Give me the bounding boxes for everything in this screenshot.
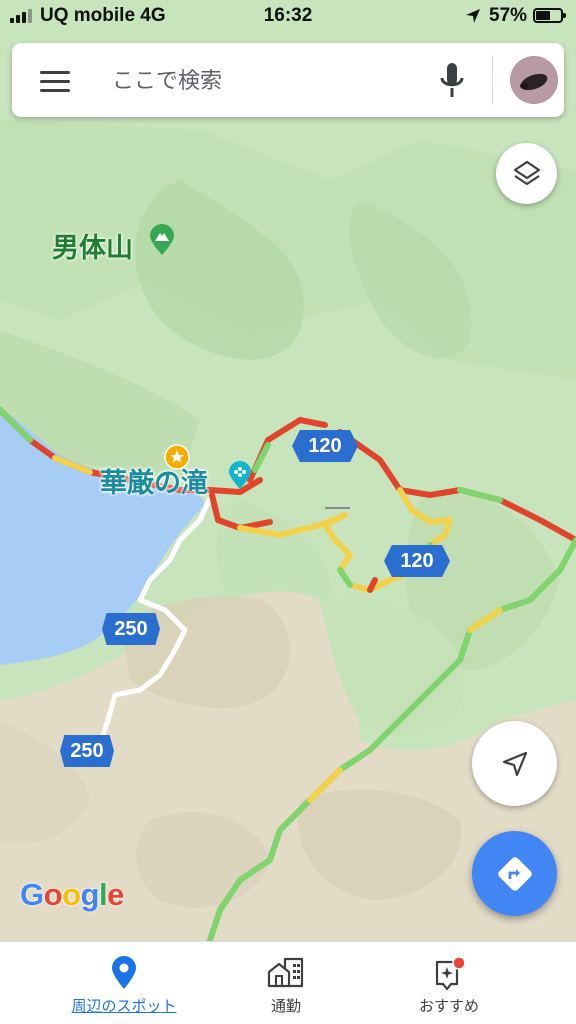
google-logo-letter: e: [107, 877, 124, 912]
google-logo-letter: G: [20, 877, 44, 912]
google-logo-letter: l: [98, 877, 108, 912]
maps-app: UQ mobile 4G 16:32 57% ここで検索 男体山 華厳の滝 12…: [0, 0, 576, 1024]
route-shield: 120: [292, 430, 358, 462]
search-divider: [492, 55, 493, 105]
account-avatar[interactable]: [510, 56, 558, 104]
layers-icon: [513, 160, 540, 185]
route-shield: 250: [60, 735, 114, 767]
location-pin-icon: [112, 956, 136, 989]
waterfall-label[interactable]: 華厳の滝: [100, 461, 208, 500]
bottom-navigation: 周辺のスポット 通勤 おすすめ: [0, 941, 576, 1024]
voice-search-button[interactable]: [430, 61, 474, 101]
status-bar: UQ mobile 4G 16:32 57%: [0, 0, 576, 34]
location-services-icon: [465, 8, 481, 30]
microphone-icon: [440, 63, 464, 97]
battery-icon: [533, 8, 566, 23]
layers-button[interactable]: [496, 143, 557, 204]
directions-button[interactable]: [472, 831, 557, 916]
google-logo-letter: o: [43, 877, 63, 912]
mountain-label[interactable]: 男体山: [52, 226, 133, 265]
google-logo-letter: o: [62, 877, 81, 912]
tab-for-you[interactable]: おすすめ: [353, 942, 545, 1024]
google-logo[interactable]: Google: [20, 877, 124, 913]
attraction-pin-icon[interactable]: [227, 460, 253, 490]
buildings-icon: [267, 957, 304, 988]
sparkle-card-icon: [435, 956, 466, 991]
menu-icon: [40, 71, 70, 74]
notification-badge: [452, 956, 466, 970]
menu-button[interactable]: [36, 65, 76, 97]
tab-for-you-label: おすすめ: [418, 997, 479, 1015]
my-location-button[interactable]: [472, 721, 557, 806]
route-shield: 250: [102, 613, 160, 645]
google-logo-letter: g: [80, 877, 100, 912]
search-bar: [12, 43, 564, 117]
directions-icon: [497, 856, 532, 891]
route-shield: 120: [384, 545, 450, 577]
search-input[interactable]: [110, 61, 414, 101]
battery-fill: [536, 11, 550, 20]
navigation-arrow-icon: [502, 751, 527, 776]
battery-percentage: 57%: [489, 5, 528, 26]
mountain-pin-icon[interactable]: [148, 224, 176, 256]
